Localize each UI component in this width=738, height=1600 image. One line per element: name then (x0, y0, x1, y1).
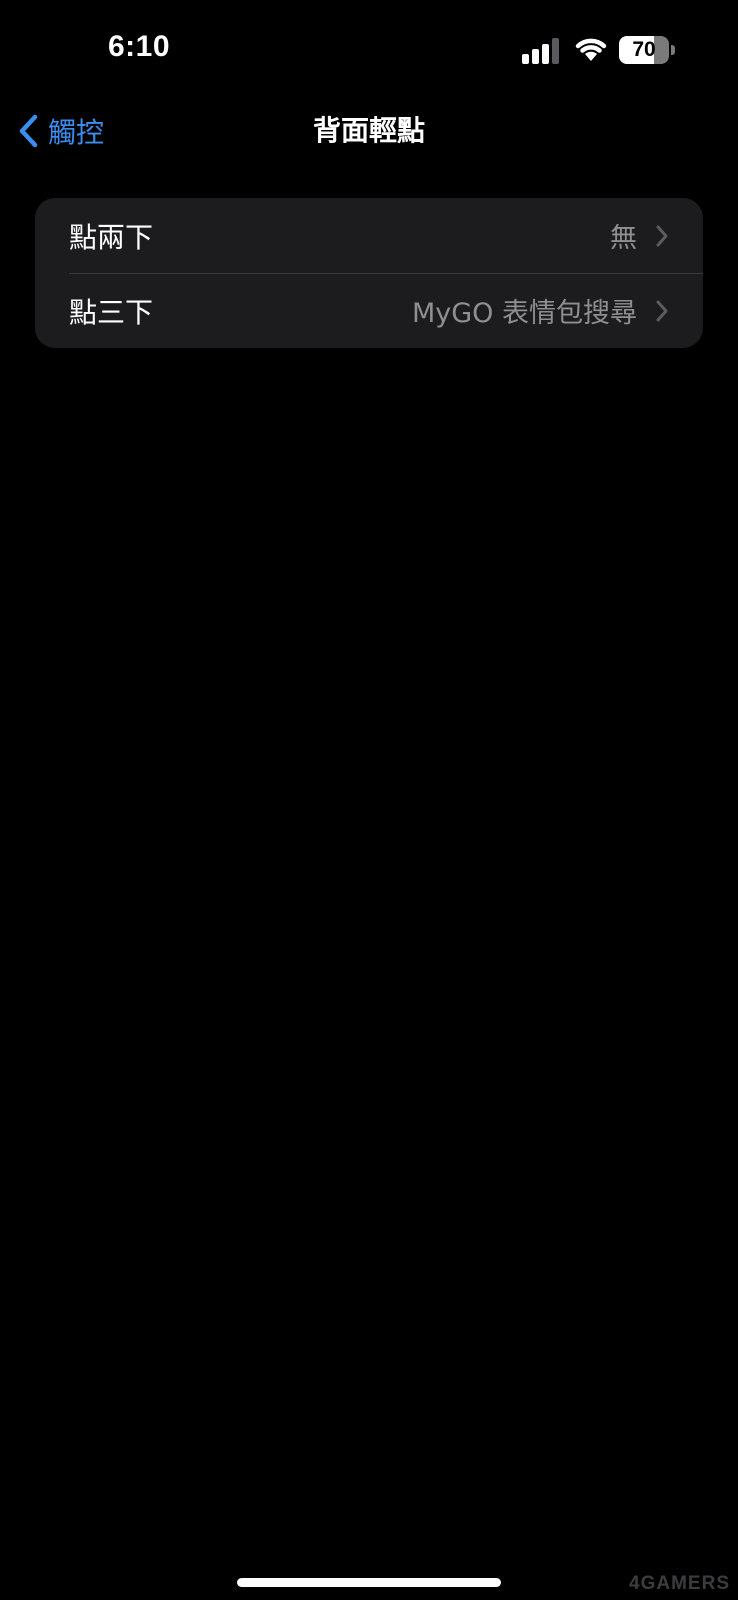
chevron-right-icon (656, 225, 668, 247)
status-bar: 6:10 70 (0, 0, 738, 100)
row-value: MyGO 表情包搜尋 (411, 298, 637, 329)
battery-percent: 70 (632, 38, 656, 61)
page-title: 背面輕點 (312, 114, 425, 147)
cellular-signal-icon (522, 38, 559, 64)
row-label: 點兩下 (69, 220, 154, 254)
row-triple-tap[interactable]: 點三下 MyGO 表情包搜尋 (35, 273, 703, 348)
status-time: 6:10 (108, 30, 171, 63)
battery-indicator: 70 (619, 36, 675, 64)
chevron-right-icon (656, 300, 668, 322)
back-button[interactable]: 觸控 (18, 108, 104, 154)
watermark: 4GAMERS (629, 1573, 730, 1594)
settings-group: 點兩下 無 點三下 MyGO 表情包搜尋 (35, 198, 703, 348)
battery-body: 70 (619, 36, 669, 64)
row-double-tap[interactable]: 點兩下 無 (35, 198, 703, 273)
back-button-label: 觸控 (48, 116, 105, 149)
battery-cap (671, 45, 675, 55)
wifi-icon (575, 38, 607, 61)
chevron-left-icon (19, 114, 38, 148)
row-label: 點三下 (69, 295, 154, 329)
home-indicator[interactable] (237, 1578, 501, 1587)
row-value: 無 (610, 223, 637, 254)
navigation-bar: 觸控 背面輕點 (0, 100, 738, 164)
